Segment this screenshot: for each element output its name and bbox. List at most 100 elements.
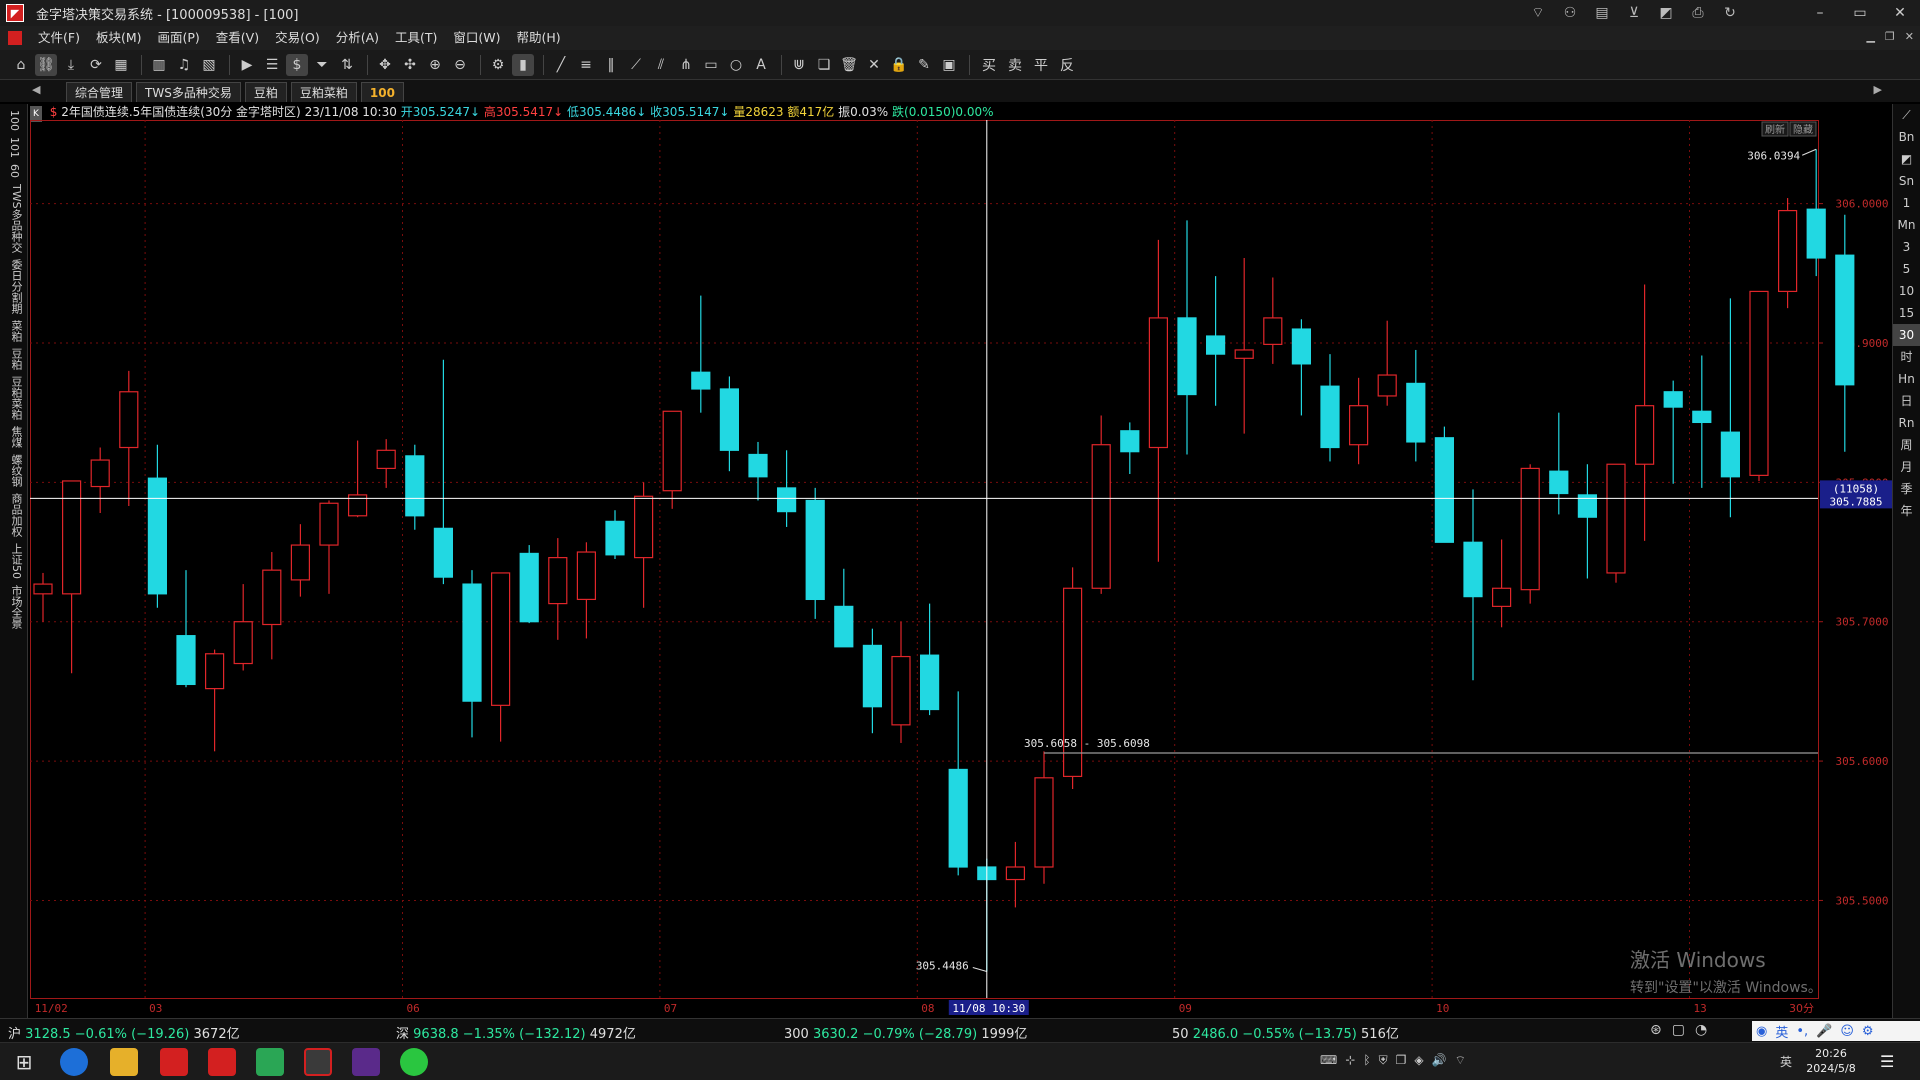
period-30[interactable]: 30 [1893,324,1920,346]
tray-shield-icon[interactable]: ⛨ [1379,1053,1388,1068]
download-icon[interactable]: ⤓ [60,54,82,76]
period-5[interactable]: 5 [1893,258,1920,280]
start-icon[interactable]: ⊞ [10,1048,38,1076]
status-300[interactable]: 300 3630.2 −0.79% (−28.79) 1999亿 [784,1023,1027,1042]
maximize-button[interactable]: ▭ [1840,0,1880,26]
ime-user-icon[interactable]: ☺ [1840,1024,1854,1039]
chart-area[interactable]: 306.0000305.9000305.8000305.7000305.6000… [30,120,1892,1018]
tray-volume-icon[interactable]: 🔊 [1432,1053,1447,1068]
tab-100[interactable]: 100 [360,82,404,102]
circle-tool-icon[interactable]: ○ [725,54,747,76]
period-sn[interactable]: Sn [1893,170,1920,192]
left-item-soymeal[interactable]: 豆粕 [8,348,24,370]
pen-icon[interactable]: ✎ [913,54,935,76]
delete-icon[interactable]: 🗑 [838,54,860,76]
fan-tool-icon[interactable]: ⟋ [625,54,647,76]
menu-view[interactable]: 查看(V) [208,26,267,50]
tab-soymeal[interactable]: 豆粕 [244,82,287,102]
corner-button-label[interactable]: 隐藏 [1793,124,1813,136]
taskbar-ime-lang[interactable]: 英 [1780,1053,1792,1070]
text-tool-icon[interactable]: A [750,54,772,76]
sort-icon[interactable]: ⇅ [336,54,358,76]
reverse-button[interactable]: 反 [1060,55,1074,75]
save-icon[interactable]: ▣ [938,54,960,76]
mdi-restore-icon[interactable]: ❐ [1885,30,1895,43]
period-mn[interactable]: Mn [1893,214,1920,236]
document-icon[interactable]: ▤ [1592,3,1612,23]
settings-icon[interactable]: ⚙ [487,54,509,76]
chart-icon[interactable]: ◩ [1656,3,1676,23]
mdi-minimize-icon[interactable]: ▁ [1866,30,1874,43]
candlestick-chart[interactable]: 306.0000305.9000305.8000305.7000305.6000… [30,120,1892,1018]
sync-icon[interactable]: ⟳ [85,54,107,76]
left-item-soymeal-rapemeal[interactable]: 豆粕菜粕 [8,376,24,420]
pyramid-active-icon[interactable] [304,1048,332,1076]
period-hn[interactable]: Hn [1893,368,1920,390]
ime-punct-icon[interactable]: •, [1796,1024,1808,1039]
menu-screen[interactable]: 画面(P) [150,26,208,50]
sell-button[interactable]: 卖 [1008,55,1022,75]
left-item-sse50[interactable]: 上证50 [8,543,24,579]
minimize-button[interactable]: – [1800,0,1840,26]
corner-button-label[interactable]: 刷新 [1765,123,1785,136]
bell-icon[interactable]: ♫ [173,54,195,76]
cursor-icon[interactable]: ▮ [512,53,534,76]
bar-chart-icon[interactable]: ▥ [148,54,170,76]
period-3[interactable]: 3 [1893,236,1920,258]
ime-toolbar[interactable]: ◉ 英 •, 🎤 ☺ ⚙ [1752,1021,1920,1041]
cross-icon[interactable]: ✣ [399,54,421,76]
ime-mic-icon[interactable]: 🎤 [1816,1024,1832,1039]
wh-app-icon[interactable] [352,1048,380,1076]
menu-tools[interactable]: 工具(T) [387,26,445,50]
menu-sector[interactable]: 板块(M) [88,26,150,50]
pyramid-app-2-icon[interactable] [208,1048,236,1076]
tab-overview[interactable]: 综合管理 [66,82,133,102]
zoom-in-icon[interactable]: ⊕ [424,54,446,76]
taskbar-clock[interactable]: 20:26 2024/5/8 [1796,1046,1866,1076]
left-item-commodity[interactable]: 商品加权 [8,493,24,537]
tray-network-icon[interactable]: ⊹ [1345,1053,1355,1068]
left-item-coking-coal[interactable]: 焦煤 [8,426,24,448]
trend-icon[interactable]: ⟋ [1893,104,1920,126]
buy-button[interactable]: 买 [982,55,996,75]
parallel-tool-icon[interactable]: ⫽ [650,54,672,76]
rect-tool-icon[interactable]: ▭ [700,54,722,76]
pyramid-app-icon[interactable] [160,1048,188,1076]
period-year[interactable]: 年 [1893,500,1920,522]
refresh-icon[interactable]: ↻ [1720,3,1740,23]
tab-tws[interactable]: TWS多品种交易 [136,82,241,102]
file-explorer-icon[interactable] [110,1048,138,1076]
period-month[interactable]: 月 [1893,456,1920,478]
close-position-button[interactable]: 平 [1034,55,1048,75]
left-item-100[interactable]: 100 [8,110,21,131]
left-item-market[interactable]: 市场全景 [8,585,24,629]
rss-icon[interactable]: ⌔ [1528,3,1548,23]
print-icon[interactable]: ⎙ [1688,3,1708,23]
tray-app-icon[interactable]: ◈ [1414,1053,1423,1068]
menu-trade[interactable]: 交易(O) [267,26,328,50]
cart-icon[interactable]: ⊻ [1624,3,1644,23]
link-icon[interactable]: ⛓ [35,53,57,76]
menu-analysis[interactable]: 分析(A) [328,26,387,50]
tray-copy-icon[interactable]: ❐ [1396,1053,1407,1068]
tray-wifi-icon[interactable]: ⌔ [1455,1053,1466,1068]
dollar-button[interactable]: $ [286,53,308,76]
close-button[interactable]: ✕ [1880,0,1920,26]
left-item-60[interactable]: 60 [8,164,21,178]
image-icon[interactable]: ▧ [198,54,220,76]
left-item-tws[interactable]: TWS多品种交 [8,184,24,253]
list-icon[interactable]: ☰ [261,54,283,76]
network-icon[interactable]: ⊛ [1650,1022,1662,1038]
status-sz[interactable]: 深 9638.8 −1.35% (−132.12) 4972亿 [396,1023,636,1042]
left-item-rapemeal[interactable]: 菜粕 [8,320,24,342]
left-item-rebar[interactable]: 螺纹钢 [8,454,24,487]
mdi-close-icon[interactable]: ✕ [1905,30,1914,43]
left-item-split[interactable]: 委日分割期 [8,259,24,314]
home-icon[interactable]: ⌂ [10,54,32,76]
grid-icon[interactable]: ▦ [110,54,132,76]
pitchfork-tool-icon[interactable]: ⋔ [675,54,697,76]
line-tool-icon[interactable]: ╱ [550,54,572,76]
green-app-icon[interactable] [256,1048,284,1076]
period-quarter[interactable]: 季 [1893,478,1920,500]
status-50[interactable]: 50 2486.0 −0.55% (−13.75) 516亿 [1172,1023,1399,1042]
